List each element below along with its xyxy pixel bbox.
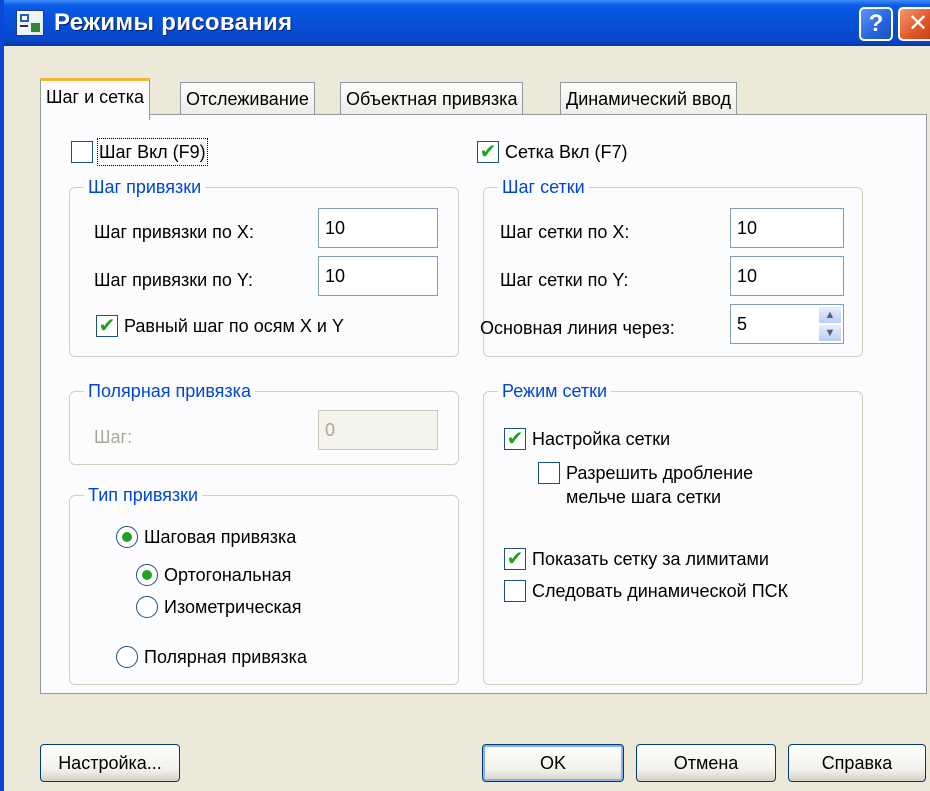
tab-polar-tracking[interactable]: Отслеживание: [180, 82, 315, 116]
display-beyond-limits-label[interactable]: Показать сетку за лимитами: [532, 547, 769, 571]
grid-y-input[interactable]: 10: [730, 256, 844, 296]
app-icon: [16, 10, 44, 36]
grid-behavior-legend: Режим сетки: [498, 379, 612, 403]
snap-x-label: Шаг привязки по X:: [94, 222, 254, 242]
title-bar[interactable]: Режимы рисования ? ✕: [4, 0, 930, 46]
adaptive-grid-label[interactable]: Настройка сетки: [532, 427, 670, 451]
polar-snap-radio[interactable]: [116, 646, 138, 668]
checkmark-icon: ✔: [506, 548, 524, 570]
snap-type-legend: Тип привязки: [84, 483, 203, 507]
follow-dynamic-ucs-checkbox[interactable]: [504, 580, 526, 602]
major-line-input[interactable]: 5 ▲ ▼: [730, 304, 844, 344]
checkmark-icon: ✔: [98, 315, 116, 337]
grid-snap-radio[interactable]: [116, 526, 138, 548]
rectangular-snap-label[interactable]: Ортогональная: [164, 563, 291, 587]
equal-spacing-label[interactable]: Равный шаг по осям X и Y: [124, 314, 344, 338]
polar-spacing-group: Полярная привязка Шаг: 0: [69, 379, 459, 465]
snap-spacing-legend: Шаг привязки: [84, 175, 206, 199]
follow-dynamic-ucs-label[interactable]: Следовать динамической ПСК: [532, 579, 788, 603]
checkmark-icon: ✔: [506, 428, 524, 450]
rectangular-snap-radio[interactable]: [136, 564, 158, 586]
grid-y-label: Шаг сетки по Y:: [500, 270, 629, 290]
tab-snap-and-grid[interactable]: Шаг и сетка: [40, 78, 151, 120]
tab-dynamic-input[interactable]: Динамический ввод: [560, 82, 738, 116]
grid-snap-label[interactable]: Шаговая привязка: [144, 525, 296, 549]
grid-x-label: Шаг сетки по X:: [500, 222, 630, 242]
polar-snap-label[interactable]: Полярная привязка: [144, 645, 307, 669]
grid-behavior-group: Режим сетки ✔ Настройка сетки Разрешить …: [483, 379, 863, 685]
snap-on-checkbox[interactable]: [71, 141, 93, 163]
tab-panel-snap-and-grid: Шаг Вкл (F9) ✔ Сетка Вкл (F7) Шаг привяз…: [40, 114, 927, 694]
tab-object-snap[interactable]: Объектная привязка: [340, 82, 524, 116]
spin-up-icon[interactable]: ▲: [818, 306, 842, 324]
help-button[interactable]: Справка: [788, 744, 926, 782]
polar-step-label: Шаг:: [94, 427, 133, 447]
close-button[interactable]: ✕: [898, 7, 930, 41]
grid-x-input[interactable]: 10: [730, 208, 844, 248]
isometric-snap-radio[interactable]: [136, 596, 158, 618]
grid-spacing-group: Шаг сетки Шаг сетки по X: 10 Шаг сетки п…: [480, 175, 863, 357]
allow-subdivision-checkbox[interactable]: [538, 462, 560, 484]
equal-spacing-checkbox[interactable]: ✔: [96, 315, 118, 337]
polar-spacing-legend: Полярная привязка: [84, 379, 255, 403]
snap-y-label: Шаг привязки по Y:: [94, 270, 253, 290]
snap-y-input[interactable]: 10: [318, 256, 438, 296]
spin-down-icon[interactable]: ▼: [818, 324, 842, 342]
checkmark-icon: ✔: [479, 141, 497, 163]
drafting-settings-dialog: Режимы рисования ? ✕ Шаг и сетка Отслежи…: [0, 0, 930, 791]
display-beyond-limits-checkbox[interactable]: ✔: [504, 548, 526, 570]
help-title-button[interactable]: ?: [859, 7, 893, 41]
polar-step-input[interactable]: 0: [318, 410, 438, 450]
allow-subdivision-label-line2[interactable]: мельче шага сетки: [566, 485, 721, 509]
options-button[interactable]: Настройка...: [40, 744, 180, 782]
snap-x-input[interactable]: 10: [318, 208, 438, 248]
cancel-button[interactable]: Отмена: [636, 744, 776, 782]
ok-button[interactable]: OK: [482, 744, 624, 782]
allow-subdivision-label-line1[interactable]: Разрешить дробление: [566, 461, 753, 485]
grid-on-checkbox[interactable]: ✔: [477, 141, 499, 163]
grid-spacing-legend: Шаг сетки: [498, 175, 589, 199]
window-title: Режимы рисования: [54, 9, 293, 36]
snap-type-group: Тип привязки Шаговая привязка Ортогональ…: [69, 483, 459, 685]
adaptive-grid-checkbox[interactable]: ✔: [504, 428, 526, 450]
grid-on-label[interactable]: Сетка Вкл (F7): [505, 140, 628, 164]
snap-on-label[interactable]: Шаг Вкл (F9): [97, 138, 208, 166]
major-line-label: Основная линия через:: [480, 318, 675, 338]
isometric-snap-label[interactable]: Изометрическая: [164, 595, 302, 619]
major-line-spinner[interactable]: ▲ ▼: [818, 306, 842, 342]
snap-spacing-group: Шаг привязки Шаг привязки по X: 10 Шаг п…: [69, 175, 459, 357]
major-line-value: 5: [737, 314, 748, 334]
